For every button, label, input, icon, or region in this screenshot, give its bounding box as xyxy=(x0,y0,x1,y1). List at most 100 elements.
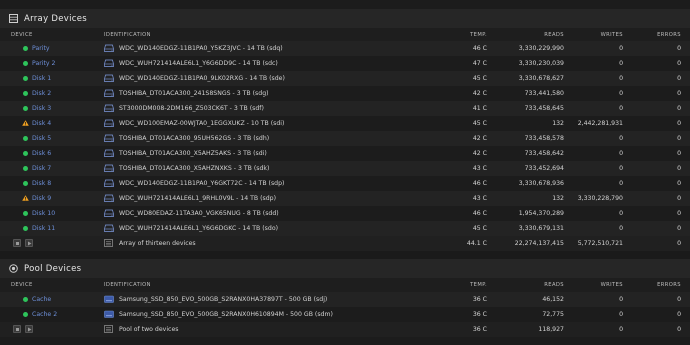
device-name-link[interactable]: Disk 7 xyxy=(32,165,51,172)
device-identification[interactable]: TOSHIBA_DT01ACA300_241S8SNGS - 3 TB (sdg… xyxy=(119,90,269,97)
section-gap xyxy=(0,251,690,259)
array-devices-header: Array Devices xyxy=(0,9,690,28)
device-name-link[interactable]: Disk 9 xyxy=(32,195,51,202)
table-row: Disk 6 TOSHIBA_DT01ACA300_X5AHZ5AKS - 3 T… xyxy=(0,146,690,161)
device-writes: 2,442,281,931 xyxy=(577,120,623,127)
device-identification[interactable]: Samsung_SSD_850_EVO_500GB_S2RANX0H610894… xyxy=(119,311,333,318)
array-summary-row: Array of thirteen devices 44.1 C 22,274,… xyxy=(0,236,690,251)
device-reads: 132 xyxy=(552,120,564,127)
pool-summary-writes: 0 xyxy=(619,326,623,333)
grid-icon xyxy=(9,14,18,23)
device-errors: 0 xyxy=(677,296,681,303)
device-identification[interactable]: WDC_WUH721414ALE6L1_Y6G6DD9C - 14 TB (sd… xyxy=(119,60,278,67)
list-icon xyxy=(104,325,114,333)
hard-drive-icon xyxy=(104,59,114,67)
device-temp: 47 C xyxy=(472,60,487,67)
status-ok-dot-icon xyxy=(23,46,28,51)
hard-drive-icon xyxy=(104,149,114,157)
col-writes: WRITES xyxy=(600,32,623,38)
device-name-link[interactable]: Disk 10 xyxy=(32,210,55,217)
device-writes: 0 xyxy=(619,225,623,232)
device-name-link[interactable]: Cache xyxy=(32,296,51,303)
device-writes: 0 xyxy=(619,180,623,187)
array-summary-reads: 22,274,137,415 xyxy=(514,240,564,247)
device-identification[interactable]: WDC_WD100EMAZ-00WJTA0_1EGGXUKZ - 10 TB (… xyxy=(119,120,284,127)
hard-drive-icon xyxy=(104,44,114,52)
array-devices-title: Array Devices xyxy=(24,13,87,24)
device-name-link[interactable]: Cache 2 xyxy=(32,311,57,318)
col-device: DEVICE xyxy=(11,32,33,38)
spin-up-all-button[interactable] xyxy=(25,239,33,247)
device-identification[interactable]: ST3000DM008-2DM166_Z503CK6T - 3 TB (sdf) xyxy=(119,105,264,112)
device-errors: 0 xyxy=(677,165,681,172)
device-identification[interactable]: WDC_WD140EDGZ-11B1PA0_9LK02RXG - 14 TB (… xyxy=(119,75,285,82)
table-row: Disk 5 TOSHIBA_DT01ACA300_95UH562GS - 3 T… xyxy=(0,131,690,146)
device-temp: 43 C xyxy=(472,195,487,202)
device-errors: 0 xyxy=(677,150,681,157)
device-identification[interactable]: WDC_WD80EDAZ-11TA3A0_VGK65NUG - 8 TB (sd… xyxy=(119,210,279,217)
device-reads: 733,458,645 xyxy=(524,105,564,112)
device-temp: 46 C xyxy=(472,45,487,52)
table-row: Disk 4 WDC_WD100EMAZ-00WJTA0_1EGGXUKZ - 1… xyxy=(0,116,690,131)
hard-drive-icon xyxy=(104,164,114,172)
device-identification[interactable]: WDC_WD140EDGZ-11B1PA0_Y6GKT72C - 14 TB (… xyxy=(119,180,284,187)
device-errors: 0 xyxy=(677,225,681,232)
device-temp: 45 C xyxy=(472,120,487,127)
device-identification[interactable]: TOSHIBA_DT01ACA300_95UH562GS - 3 TB (sdh… xyxy=(119,135,269,142)
hard-drive-icon xyxy=(104,119,114,127)
device-name-link[interactable]: Disk 3 xyxy=(32,105,51,112)
list-icon xyxy=(104,239,114,247)
device-reads: 3,330,229,990 xyxy=(518,45,564,52)
device-writes: 0 xyxy=(619,60,623,67)
device-errors: 0 xyxy=(677,60,681,67)
device-errors: 0 xyxy=(677,135,681,142)
device-temp: 43 C xyxy=(472,165,487,172)
device-name-link[interactable]: Disk 11 xyxy=(32,225,55,232)
col-temp: TEMP. xyxy=(470,282,487,288)
spin-down-all-button[interactable] xyxy=(13,239,21,247)
device-errors: 0 xyxy=(677,105,681,112)
status-ok-dot-icon xyxy=(23,106,28,111)
device-name-link[interactable]: Disk 6 xyxy=(32,150,51,157)
col-writes: WRITES xyxy=(600,282,623,288)
pool-devices-header: Pool Devices xyxy=(0,259,690,278)
device-identification[interactable]: WDC_WUH721414ALE6L1_9RHL0V9L - 14 TB (sd… xyxy=(119,195,276,202)
pool-spin-up-button[interactable] xyxy=(25,325,33,333)
table-row: Disk 11 WDC_WUH721414ALE6L1_Y6G6DGKC - 14… xyxy=(0,221,690,236)
device-identification[interactable]: TOSHIBA_DT01ACA300_X5AHZNXKS - 3 TB (sdk… xyxy=(119,165,269,172)
status-ok-dot-icon xyxy=(23,136,28,141)
pool-summary-errors: 0 xyxy=(677,326,681,333)
device-writes: 0 xyxy=(619,165,623,172)
col-errors: ERRORS xyxy=(657,282,681,288)
device-name-link[interactable]: Parity xyxy=(32,45,50,52)
ssd-icon xyxy=(104,310,114,318)
table-row: Disk 10 WDC_WD80EDAZ-11TA3A0_VGK65NUG - 8… xyxy=(0,206,690,221)
hard-drive-icon xyxy=(104,209,114,217)
device-name-link[interactable]: Parity 2 xyxy=(32,60,56,67)
device-identification[interactable]: Samsung_SSD_850_EVO_500GB_S2RANX0HA37897… xyxy=(119,296,327,303)
device-reads: 72,775 xyxy=(542,311,564,318)
status-ok-dot-icon xyxy=(23,166,28,171)
device-reads: 733,452,694 xyxy=(524,165,564,172)
device-writes: 0 xyxy=(619,135,623,142)
device-name-link[interactable]: Disk 4 xyxy=(32,120,51,127)
device-identification[interactable]: TOSHIBA_DT01ACA300_X5AHZ5AKS - 3 TB (sdi… xyxy=(119,150,267,157)
device-identification[interactable]: WDC_WUH721414ALE6L1_Y6G6DGKC - 14 TB (sd… xyxy=(119,225,278,232)
col-reads: READS xyxy=(544,32,564,38)
table-row: Cache 2 Samsung_SSD_850_EVO_500GB_S2RANX0… xyxy=(0,307,690,322)
device-name-link[interactable]: Disk 2 xyxy=(32,90,51,97)
device-errors: 0 xyxy=(677,210,681,217)
hard-drive-icon xyxy=(104,194,114,202)
status-ok-dot-icon xyxy=(23,211,28,216)
status-ok-dot-icon xyxy=(23,91,28,96)
device-name-link[interactable]: Disk 5 xyxy=(32,135,51,142)
hard-drive-icon xyxy=(104,104,114,112)
device-identification[interactable]: WDC_WD140EDGZ-11B1PA0_Y5KZ3JVC - 14 TB (… xyxy=(119,45,283,52)
array-summary-errors: 0 xyxy=(677,240,681,247)
device-writes: 0 xyxy=(619,105,623,112)
device-temp: 42 C xyxy=(472,150,487,157)
device-reads: 3,330,678,936 xyxy=(518,180,564,187)
pool-spin-down-button[interactable] xyxy=(13,325,21,333)
device-name-link[interactable]: Disk 1 xyxy=(32,75,51,82)
device-name-link[interactable]: Disk 8 xyxy=(32,180,51,187)
